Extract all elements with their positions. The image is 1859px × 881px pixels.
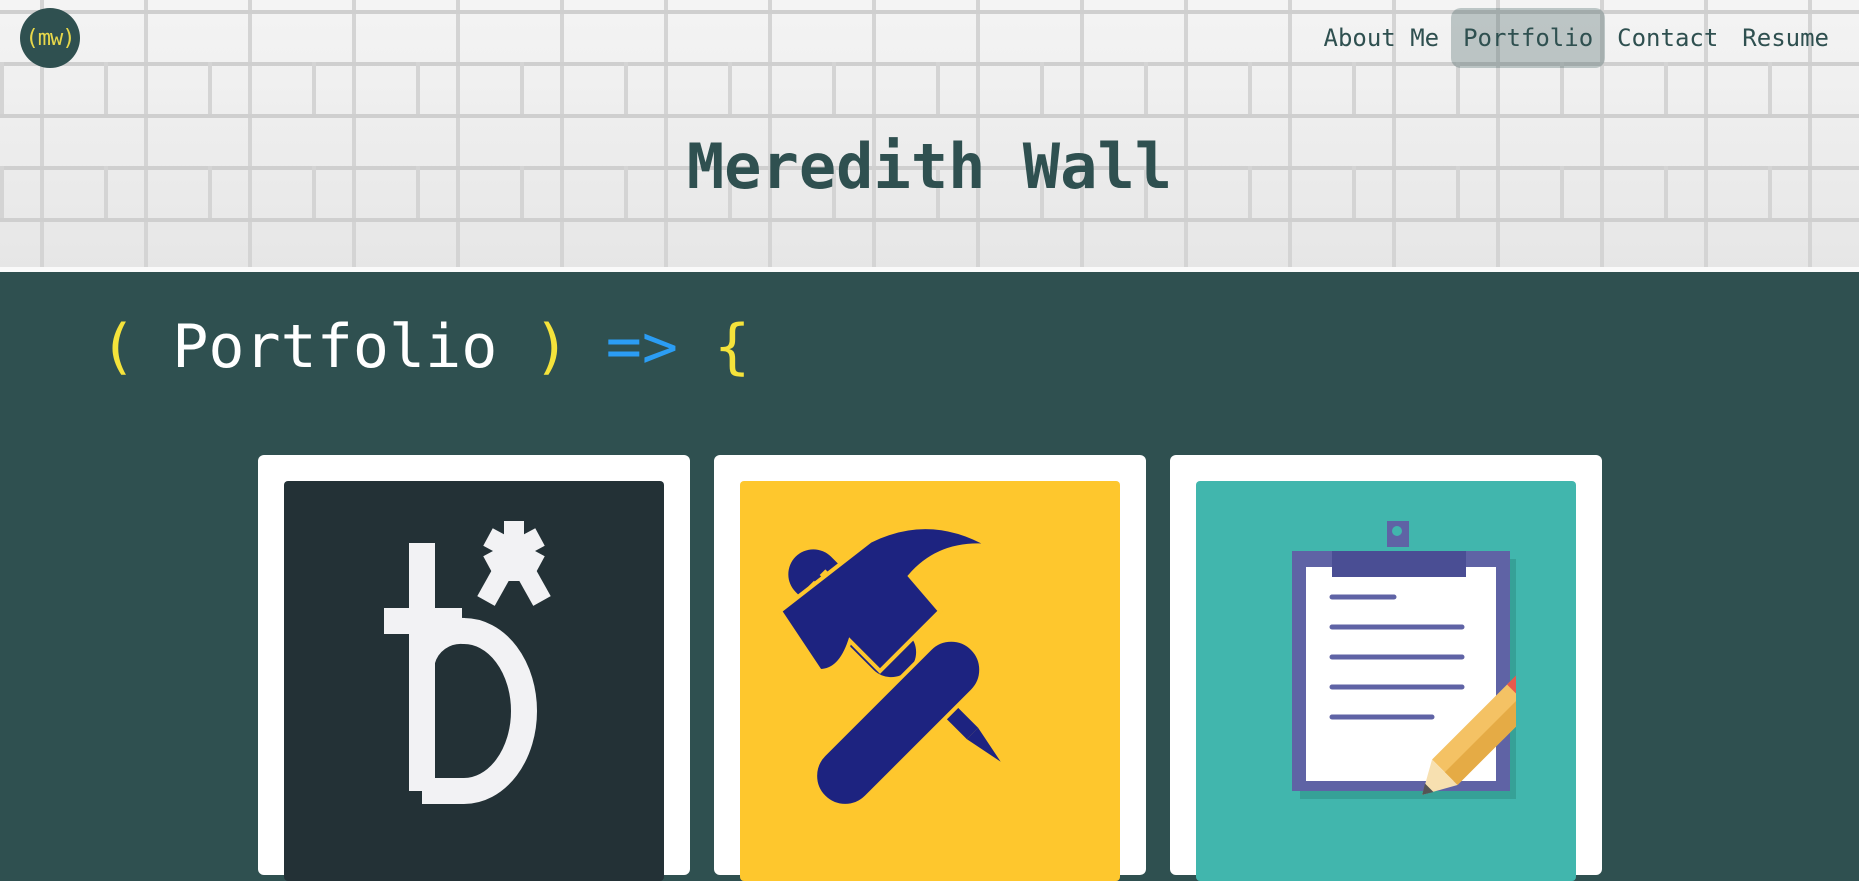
- logo-badge[interactable]: (mw): [20, 8, 80, 68]
- brick-row: [0, 62, 1859, 114]
- clipboard-pencil-icon: [1292, 521, 1516, 799]
- portfolio-card[interactable]: [714, 455, 1146, 881]
- nav-resume[interactable]: Resume: [1730, 8, 1841, 68]
- heading-arrow: =>: [605, 312, 678, 382]
- portfolio-heading: ( Portfolio ) => {: [100, 312, 750, 382]
- logo-text: (mw): [25, 25, 76, 51]
- portfolio-card-thumb[interactable]: [284, 481, 664, 881]
- heading-open-paren: (: [100, 312, 137, 382]
- portfolio-card-thumb[interactable]: [1196, 481, 1576, 881]
- nav-contact[interactable]: Contact: [1605, 8, 1730, 68]
- heading-close-paren: ): [533, 312, 570, 382]
- hammer-screwdriver-icon: [777, 525, 1001, 808]
- nav-about-me[interactable]: About Me: [1312, 8, 1452, 68]
- heading-word: Portfolio: [172, 312, 498, 382]
- site-header: (mw) About Me Portfolio Contact Resume M…: [0, 0, 1859, 272]
- site-title: Meredith Wall: [686, 130, 1173, 203]
- nav-portfolio[interactable]: Portfolio: [1451, 8, 1606, 68]
- heading-brace: {: [714, 312, 751, 382]
- portfolio-card[interactable]: [258, 455, 690, 881]
- letter-b-asterisk-icon: [384, 521, 551, 804]
- main-nav: About Me Portfolio Contact Resume: [1312, 8, 1842, 68]
- portfolio-card[interactable]: [1170, 455, 1602, 881]
- portfolio-card-thumb[interactable]: [740, 481, 1120, 881]
